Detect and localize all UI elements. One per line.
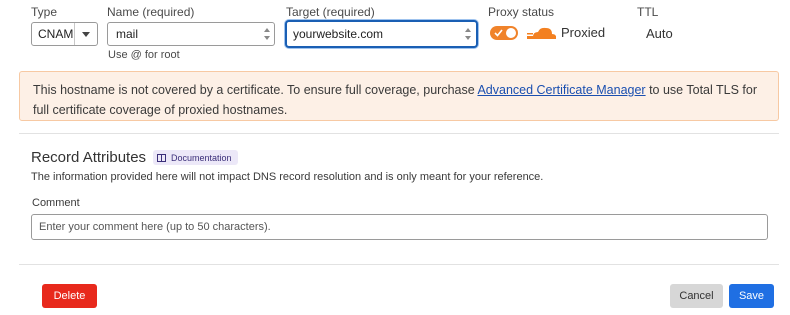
- target-input[interactable]: yourwebsite.com: [285, 20, 478, 48]
- cloud-icon: [527, 27, 556, 39]
- cancel-button[interactable]: Cancel: [670, 284, 723, 308]
- divider: [19, 133, 779, 134]
- caret-down-icon: [82, 31, 90, 37]
- type-select-toggle[interactable]: [74, 23, 97, 45]
- type-select-value: CNAME: [38, 27, 74, 41]
- target-label: Target (required): [286, 5, 375, 19]
- name-label: Name (required): [107, 5, 195, 19]
- certificate-warning-banner: This hostname is not covered by a certif…: [19, 71, 779, 121]
- record-attributes-description: The information provided here will not i…: [31, 171, 544, 183]
- spinner-arrows-icon[interactable]: [263, 26, 271, 42]
- target-input-value: yourwebsite.com: [293, 27, 384, 41]
- banner-text-start: This hostname is not covered by a certif…: [33, 83, 478, 97]
- proxy-status-value: Proxied: [561, 25, 606, 40]
- book-icon: [157, 153, 166, 162]
- record-attributes-title: Record Attributes: [31, 149, 147, 166]
- ttl-value[interactable]: Auto: [646, 26, 673, 41]
- check-icon: [494, 29, 503, 37]
- toggle-knob: [506, 28, 516, 38]
- proxy-status-label: Proxy status: [488, 5, 555, 19]
- documentation-label: Documentation: [171, 152, 232, 163]
- type-label: Type: [31, 5, 58, 19]
- comment-input[interactable]: Enter your comment here (up to 50 charac…: [31, 214, 768, 240]
- name-hint: Use @ for root: [108, 49, 180, 61]
- name-input[interactable]: mail: [107, 22, 275, 46]
- advanced-certificate-manager-link[interactable]: Advanced Certificate Manager: [477, 83, 645, 97]
- documentation-link[interactable]: Documentation: [153, 150, 238, 165]
- proxy-toggle[interactable]: [490, 26, 518, 40]
- type-select[interactable]: CNAME: [31, 22, 98, 46]
- delete-button[interactable]: Delete: [42, 284, 97, 308]
- save-button[interactable]: Save: [729, 284, 774, 308]
- divider: [19, 264, 779, 265]
- ttl-label: TTL: [637, 5, 659, 19]
- comment-label: Comment: [32, 197, 80, 209]
- name-input-value: mail: [116, 27, 139, 41]
- spinner-arrows-icon[interactable]: [464, 26, 472, 42]
